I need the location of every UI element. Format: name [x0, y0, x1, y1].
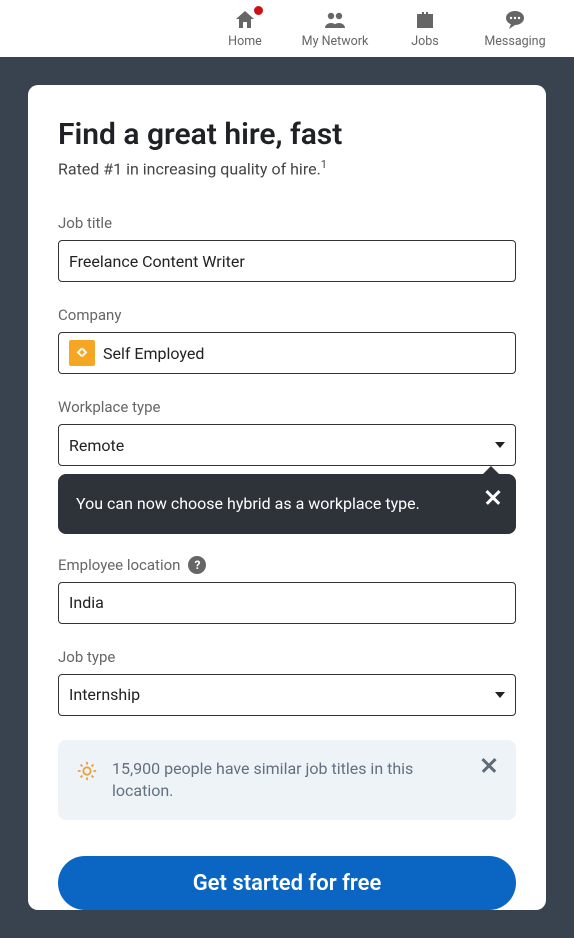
page-subtitle: Rated #1 in increasing quality of hire.1	[58, 158, 516, 178]
chevron-down-icon	[495, 442, 505, 448]
close-icon	[480, 756, 498, 774]
help-icon[interactable]: ?	[188, 556, 206, 574]
job-form-card: Find a great hire, fast Rated #1 in incr…	[28, 85, 546, 910]
close-icon	[484, 488, 502, 506]
company-value: Self Employed	[103, 344, 204, 363]
company-input[interactable]: Self Employed	[58, 332, 516, 374]
top-nav: Home My Network Jobs Messaging	[0, 0, 574, 57]
job-title-input[interactable]	[58, 240, 516, 282]
home-icon	[233, 8, 257, 32]
workplace-value: Remote	[69, 436, 124, 455]
get-started-button[interactable]: Get started for free	[58, 856, 516, 910]
workplace-label: Workplace type	[58, 398, 516, 416]
location-label-text: Employee location	[58, 556, 180, 574]
subtitle-text: Rated #1 in increasing quality of hire.	[58, 159, 321, 178]
notification-badge	[252, 4, 265, 17]
info-text: 15,900 people have similar job titles in…	[112, 758, 466, 803]
job-title-label: Job title	[58, 214, 516, 232]
people-icon	[323, 8, 347, 32]
nav-network[interactable]: My Network	[290, 4, 380, 57]
location-input[interactable]	[58, 582, 516, 624]
company-label: Company	[58, 306, 516, 324]
info-banner: 15,900 people have similar job titles in…	[58, 740, 516, 821]
tooltip-text: You can now choose hybrid as a workplace…	[76, 494, 420, 513]
nav-jobs[interactable]: Jobs	[380, 4, 470, 57]
nav-label: Messaging	[484, 34, 545, 49]
location-label: Employee location ?	[58, 556, 516, 574]
nav-label: Home	[228, 34, 262, 49]
page-title: Find a great hire, fast	[58, 117, 516, 152]
chat-icon	[503, 8, 527, 32]
nav-home[interactable]: Home	[200, 4, 290, 57]
briefcase-icon	[413, 8, 437, 32]
nav-label: Jobs	[411, 34, 439, 49]
footnote-marker: 1	[321, 158, 327, 171]
workplace-tooltip: You can now choose hybrid as a workplace…	[58, 474, 516, 533]
page-background: Find a great hire, fast Rated #1 in incr…	[0, 57, 574, 938]
nav-label: My Network	[302, 34, 369, 49]
info-close-button[interactable]	[480, 756, 498, 778]
workplace-select[interactable]: Remote	[58, 424, 516, 466]
lightbulb-icon	[76, 760, 98, 803]
company-logo-icon	[69, 340, 95, 366]
tooltip-close-button[interactable]	[484, 488, 502, 512]
jobtype-label: Job type	[58, 648, 516, 666]
jobtype-select[interactable]: Internship	[58, 674, 516, 716]
jobtype-value: Internship	[69, 685, 140, 704]
nav-messaging[interactable]: Messaging	[470, 4, 560, 57]
chevron-down-icon	[495, 692, 505, 698]
